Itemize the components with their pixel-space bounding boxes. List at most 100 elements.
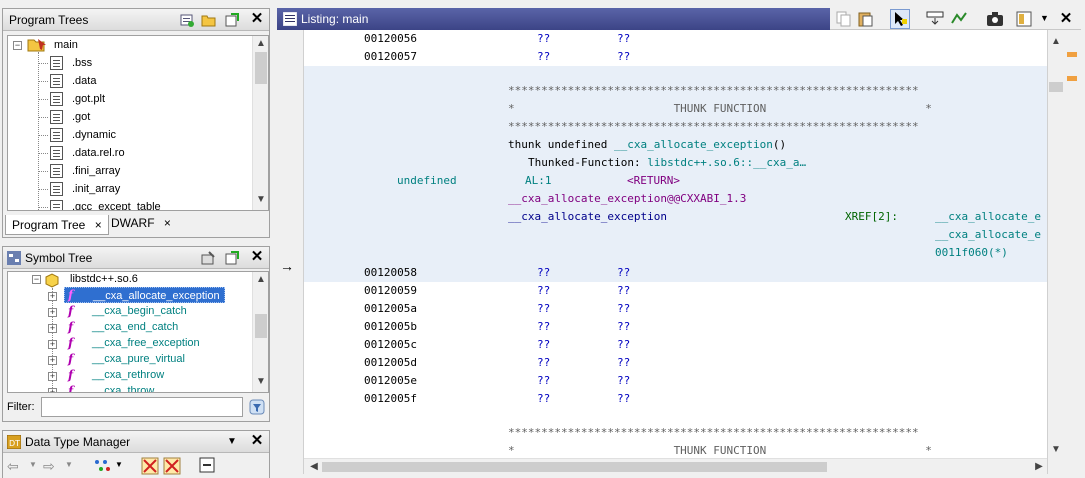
filter-arrays-icon[interactable] xyxy=(141,457,159,478)
listing-row[interactable]: 0012005a???? xyxy=(304,300,1047,318)
paste-icon[interactable] xyxy=(858,11,874,30)
expand-icon[interactable]: + xyxy=(48,356,57,365)
tree-item[interactable]: .got xyxy=(72,108,90,126)
collapse-library-icon[interactable]: − xyxy=(32,275,41,284)
tab-dwarf[interactable]: DWARF × xyxy=(105,213,177,233)
function-signature[interactable]: thunk undefined __cxa_allocate_exception… xyxy=(508,136,786,154)
filter-options-icon[interactable] xyxy=(249,399,265,418)
symbol-tree-scrollbar[interactable]: ▲ ▼ xyxy=(252,272,268,392)
label-versioned[interactable]: __cxa_allocate_exception@@CXXABI_1.3 xyxy=(508,190,746,208)
vertical-scroll-thumb[interactable] xyxy=(1049,82,1063,92)
horizontal-scroll-thumb[interactable] xyxy=(322,462,827,472)
listing-row[interactable]: 00120059???? xyxy=(304,282,1047,300)
listing-row[interactable]: 0012005b???? xyxy=(304,318,1047,336)
expand-icon[interactable]: + xyxy=(48,292,57,301)
return-storage[interactable]: AL:1 xyxy=(525,172,552,190)
listing-row[interactable]: 0012005e???? xyxy=(304,372,1047,390)
overview-marker[interactable] xyxy=(1067,52,1077,57)
go-to-icon[interactable] xyxy=(225,12,241,28)
scroll-up-icon[interactable]: ▲ xyxy=(253,272,268,288)
symbol-function-item[interactable]: __cxa_begin_catch xyxy=(92,303,187,319)
xref-entry[interactable]: __cxa_allocate_e xyxy=(935,226,1041,244)
scroll-thumb[interactable] xyxy=(255,52,267,84)
open-folder-icon[interactable] xyxy=(201,12,217,28)
back-dropdown-icon[interactable]: ▼ xyxy=(29,460,37,469)
program-tree-view[interactable]: − main .bss .data .got.plt .got .dynamic .dat… xyxy=(7,35,269,211)
listing-row[interactable]: 0012005f???? xyxy=(304,390,1047,408)
symbol-tree-view[interactable]: − libstdc++.so.6 + f __cxa_allocate_except… xyxy=(7,271,269,393)
tree-root-main[interactable]: main xyxy=(54,36,78,54)
return-name[interactable]: <RETURN> xyxy=(627,172,680,190)
tree-item[interactable]: .fini_array xyxy=(72,162,120,180)
program-tree-scrollbar[interactable]: ▲ ▼ xyxy=(252,36,268,210)
snapshot-icon[interactable] xyxy=(986,11,1004,30)
diff-view-icon[interactable] xyxy=(950,11,968,30)
close-symbol-tree-icon[interactable]: ✕ xyxy=(249,249,265,265)
tree-item[interactable]: .got.plt xyxy=(72,90,105,108)
tree-item[interactable]: .bss xyxy=(72,54,92,72)
expand-icon[interactable]: + xyxy=(48,308,57,317)
expand-icon[interactable]: + xyxy=(48,324,57,333)
function-header-block[interactable]: ****************************************… xyxy=(304,66,1047,282)
create-tree-icon[interactable] xyxy=(179,12,195,28)
scroll-up-icon[interactable]: ▲ xyxy=(253,36,268,52)
create-namespace-icon[interactable] xyxy=(201,250,217,266)
expand-icon[interactable]: + xyxy=(48,340,57,349)
archive-dropdown-icon[interactable]: ▼ xyxy=(115,460,123,469)
close-tab-icon[interactable]: × xyxy=(164,216,171,230)
symbol-function-item[interactable]: __cxa_end_catch xyxy=(92,319,178,335)
listing-row[interactable]: 00120058???? xyxy=(304,264,1047,282)
close-tab-icon[interactable]: × xyxy=(95,218,102,232)
listing-row[interactable]: 0012005d???? xyxy=(304,354,1047,372)
expand-icon[interactable]: + xyxy=(48,372,57,381)
go-to-icon[interactable] xyxy=(225,250,241,266)
copy-icon[interactable] xyxy=(836,11,852,30)
listing-margin[interactable] xyxy=(277,30,304,474)
xref-entry[interactable]: __cxa_allocate_e xyxy=(935,208,1041,226)
listing-view[interactable]: 00120056???? 00120057???? ***************… xyxy=(304,30,1047,458)
xref-entry[interactable]: 0011f060(*) xyxy=(935,244,1008,262)
scroll-down-icon[interactable]: ▼ xyxy=(253,374,268,390)
overview-marker[interactable] xyxy=(1067,76,1077,81)
cursor-select-icon[interactable] xyxy=(890,9,910,29)
field-edit-icon[interactable] xyxy=(1016,11,1032,30)
apply-archive-icon[interactable] xyxy=(93,458,111,477)
scroll-down-icon[interactable]: ▼ xyxy=(253,192,268,208)
symbol-function-item[interactable]: __cxa_free_exception xyxy=(92,335,200,351)
label-plain[interactable]: __cxa_allocate_exception xyxy=(508,208,667,226)
listing-overview-bar[interactable]: ▲ ▼ xyxy=(1047,30,1081,474)
tab-program-tree[interactable]: Program Tree × xyxy=(5,215,109,235)
tree-item[interactable]: .gcc_except_table xyxy=(72,198,161,210)
listing-horizontal-scrollbar[interactable]: ◀ ▶ xyxy=(304,458,1047,474)
expand-icon[interactable]: + xyxy=(48,388,57,392)
filter-pointers-icon[interactable] xyxy=(163,457,181,478)
tree-item[interactable]: .data.rel.ro xyxy=(72,144,125,162)
return-type[interactable]: undefined xyxy=(397,172,457,190)
tree-item[interactable]: .data xyxy=(72,72,96,90)
scroll-right-icon[interactable]: ▶ xyxy=(1031,459,1047,475)
close-data-type-manager-icon[interactable]: ✕ xyxy=(249,433,265,449)
filter-input[interactable] xyxy=(41,397,243,417)
close-program-trees-icon[interactable]: ✕ xyxy=(249,11,265,27)
navigation-options-icon[interactable] xyxy=(926,11,944,30)
close-listing-icon[interactable]: ✕ xyxy=(1058,11,1074,27)
menu-dropdown-icon[interactable]: ▼ xyxy=(227,436,237,447)
collapse-root-icon[interactable]: − xyxy=(13,41,22,50)
thunked-function-line[interactable]: Thunked-Function: libstdc++.so.6::__cxa_… xyxy=(528,154,806,172)
tree-item[interactable]: .dynamic xyxy=(72,126,116,144)
listing-row[interactable]: 0012005c???? xyxy=(304,336,1047,354)
listing-menu-dropdown-icon[interactable]: ▼ xyxy=(1040,13,1049,23)
scroll-thumb[interactable] xyxy=(255,314,267,338)
back-arrow-icon[interactable]: ⇦ xyxy=(7,458,19,475)
scroll-up-icon[interactable]: ▲ xyxy=(1048,34,1064,50)
collapse-all-icon[interactable] xyxy=(199,457,215,476)
library-label[interactable]: libstdc++.so.6 xyxy=(70,272,138,288)
forward-arrow-icon[interactable]: ⇨ xyxy=(43,458,55,475)
scroll-down-icon[interactable]: ▼ xyxy=(1048,442,1064,458)
scroll-left-icon[interactable]: ◀ xyxy=(306,459,322,475)
tree-item[interactable]: .init_array xyxy=(72,180,120,198)
symbol-function-item[interactable]: __cxa_pure_virtual xyxy=(92,351,185,367)
symbol-function-item[interactable]: __cxa_throw xyxy=(92,383,154,392)
symbol-function-item[interactable]: __cxa_rethrow xyxy=(92,367,164,383)
listing-row[interactable]: 00120057???? xyxy=(304,48,1047,66)
